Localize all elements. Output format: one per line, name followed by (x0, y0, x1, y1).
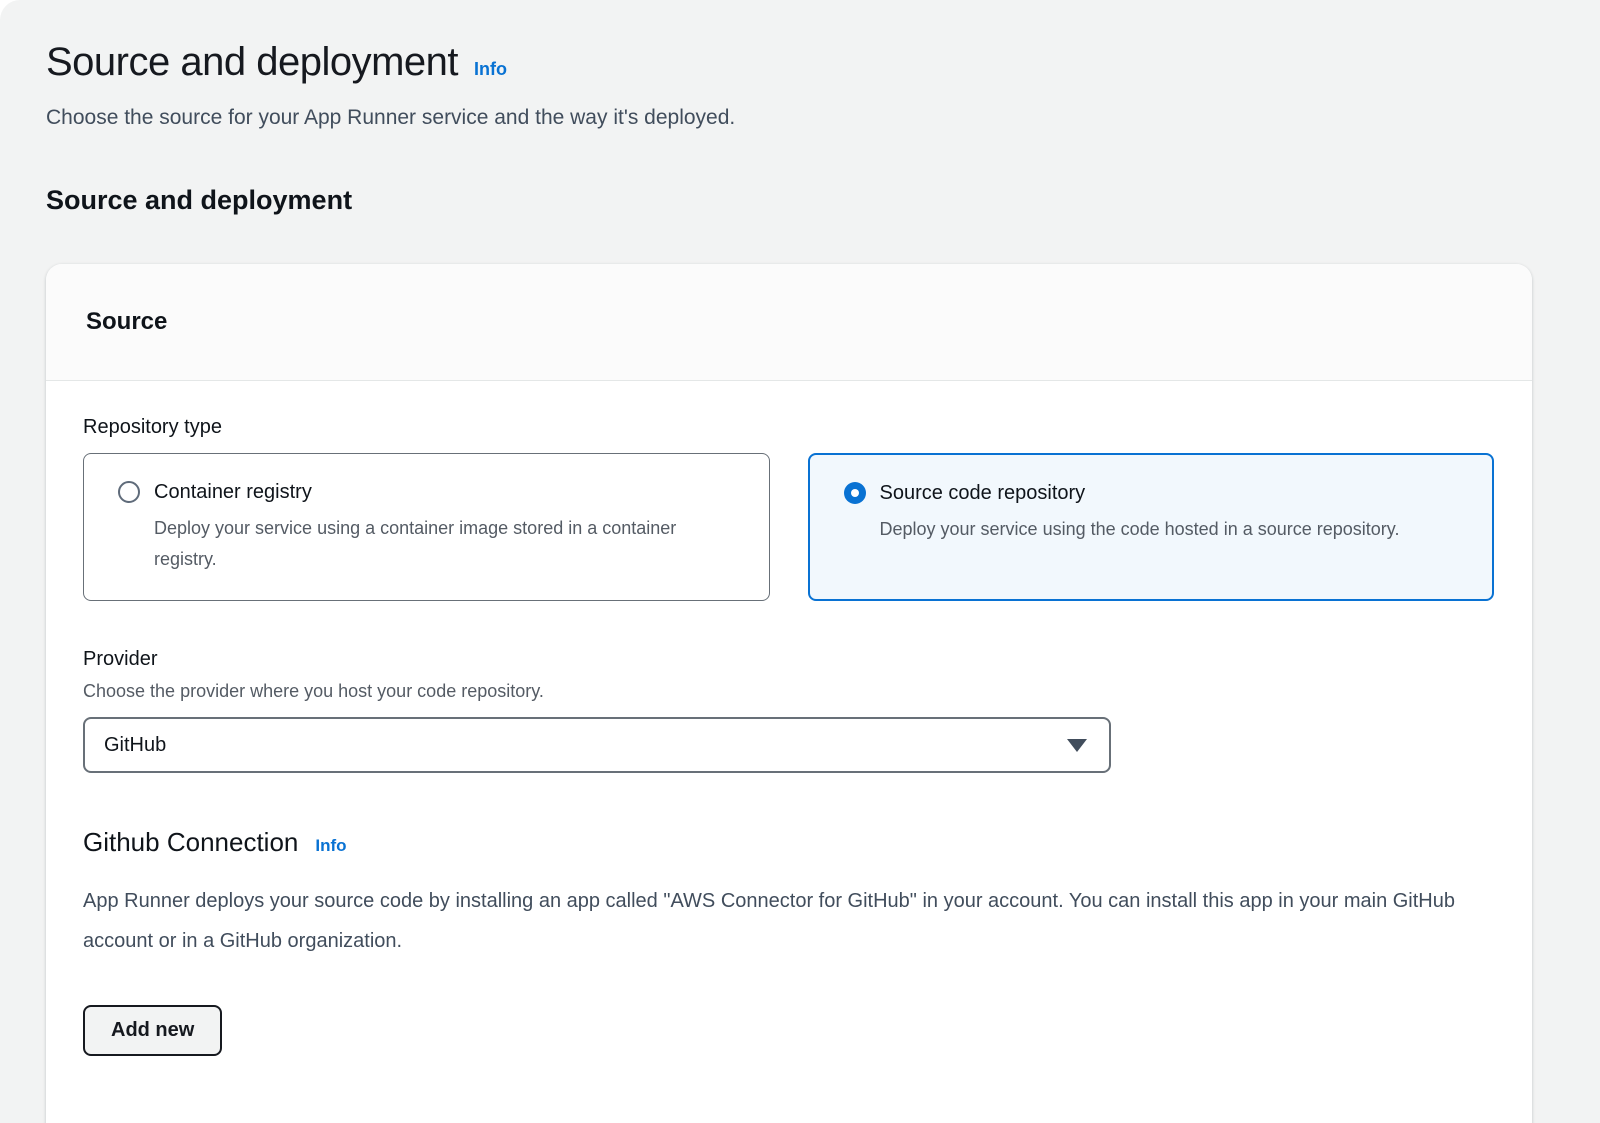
radio-unselected-icon[interactable] (118, 481, 140, 503)
source-card-header: Source (46, 264, 1532, 381)
source-card-body: Repository type Container registry Deplo… (46, 381, 1532, 1123)
provider-select[interactable]: GitHub (83, 717, 1111, 773)
github-connection-info-link[interactable]: Info (315, 836, 346, 856)
repository-type-label: Repository type (83, 415, 1494, 439)
github-connection-header: Github Connection Info (83, 825, 1494, 859)
source-card: Source Repository type Container registr… (46, 264, 1532, 1123)
repository-type-tiles: Container registry Deploy your service u… (83, 453, 1494, 601)
page-title: Source and deployment (46, 38, 458, 86)
provider-field: Provider Choose the provider where you h… (83, 647, 1494, 773)
provider-label: Provider (83, 647, 1494, 671)
page-title-info-link[interactable]: Info (474, 59, 507, 80)
page-header: Source and deployment Info (46, 38, 1532, 86)
source-card-title: Source (86, 308, 167, 335)
tile-container-registry-label: Container registry (154, 479, 312, 505)
provider-select-value: GitHub (104, 734, 166, 757)
tile-container-registry-label-row: Container registry (118, 479, 747, 505)
radio-selected-icon[interactable] (844, 482, 866, 504)
tile-source-code-repository[interactable]: Source code repository Deploy your servi… (808, 453, 1495, 601)
add-new-button[interactable]: Add new (83, 1005, 222, 1056)
github-connection-description: App Runner deploys your source code by i… (83, 881, 1468, 961)
tile-source-code-repository-label-row: Source code repository (844, 480, 1471, 506)
provider-description: Choose the provider where you host your … (83, 679, 1494, 703)
tile-container-registry-description: Deploy your service using a container im… (154, 513, 714, 575)
github-connection-heading: Github Connection (83, 825, 298, 859)
content-panel: Source and deployment Info Choose the so… (0, 0, 1600, 1123)
tile-source-code-repository-label: Source code repository (880, 480, 1086, 506)
section-heading: Source and deployment (46, 184, 1532, 216)
tile-container-registry[interactable]: Container registry Deploy your service u… (83, 453, 770, 601)
page-subtitle: Choose the source for your App Runner se… (46, 104, 1532, 132)
dropdown-arrow-icon (1067, 739, 1087, 752)
tile-source-code-repository-description: Deploy your service using the code hoste… (880, 514, 1440, 545)
